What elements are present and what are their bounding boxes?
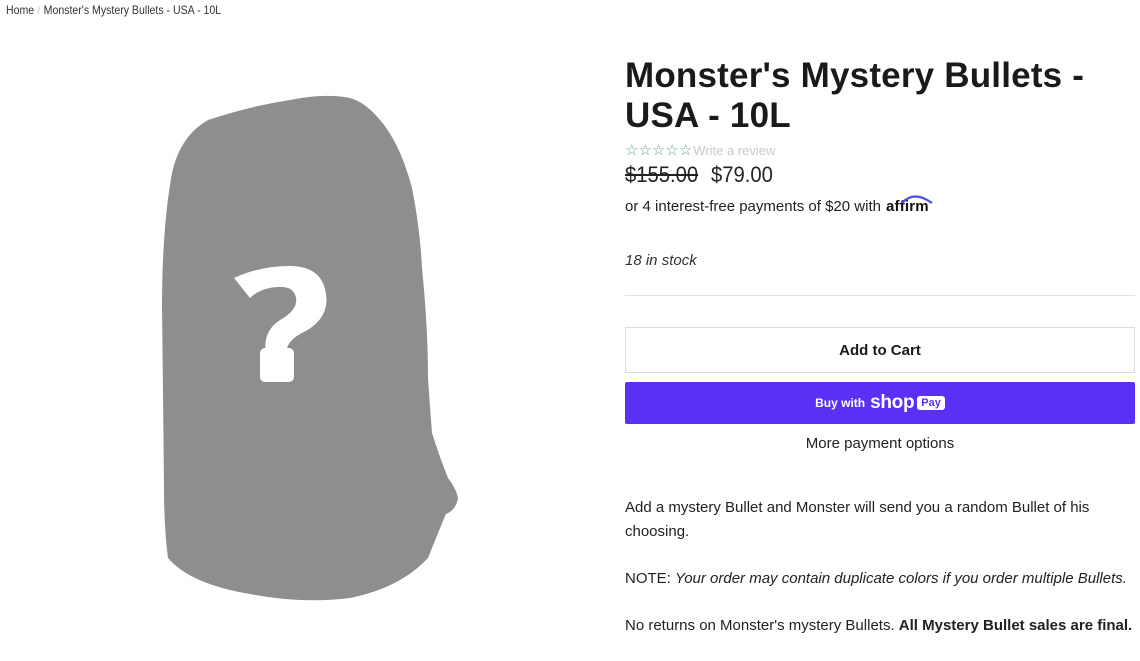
rating-stars[interactable]: ☆ ☆ ☆ ☆ ☆ bbox=[625, 143, 692, 158]
star-empty-icon: ☆ bbox=[625, 141, 639, 159]
shop-pay-logo: shop bbox=[870, 392, 915, 413]
product-image[interactable] bbox=[150, 88, 470, 608]
shop-pay-button[interactable]: Buy with shop Pay bbox=[625, 382, 1135, 424]
breadcrumb-current: Monster's Mystery Bullets - USA - 10L bbox=[43, 3, 222, 17]
write-review-link[interactable]: Write a review bbox=[693, 143, 775, 158]
price-row: $155.00 $79.00 bbox=[625, 162, 1135, 188]
affirm-logo: affirm bbox=[886, 195, 933, 215]
note-text: Your order may contain duplicate colors … bbox=[675, 570, 1127, 587]
description-paragraph: Add a mystery Bullet and Monster will se… bbox=[625, 499, 1090, 540]
product-description: Add a mystery Bullet and Monster will se… bbox=[625, 496, 1135, 638]
product-rating: ☆ ☆ ☆ ☆ ☆ Write a review bbox=[625, 142, 1135, 158]
product-info: Monster's Mystery Bullets - USA - 10L ☆ … bbox=[625, 56, 1135, 661]
affirm-arc-icon bbox=[901, 195, 933, 204]
star-empty-icon: ☆ bbox=[678, 141, 693, 159]
stock-status: 18 in stock bbox=[625, 252, 697, 269]
star-empty-icon: ☆ bbox=[651, 141, 666, 159]
sale-price: $79.00 bbox=[710, 162, 773, 187]
affirm-text: or 4 interest-free payments of $20 with bbox=[625, 198, 881, 215]
affirm-message[interactable]: or 4 interest-free payments of $20 with … bbox=[625, 195, 1135, 215]
breadcrumb: Home / Monster's Mystery Bullets - USA - 1… bbox=[6, 3, 221, 17]
breadcrumb-home-link[interactable]: Home bbox=[6, 3, 34, 17]
note-label: NOTE: bbox=[625, 570, 671, 587]
star-empty-icon: ☆ bbox=[665, 141, 679, 159]
shop-pay-buy-with: Buy with bbox=[815, 396, 866, 410]
product-title: Monster's Mystery Bullets - USA - 10L bbox=[625, 56, 1085, 135]
description-note: NOTE: Your order may contain duplicate c… bbox=[625, 567, 1135, 591]
description-returns: No returns on Monster's mystery Bullets.… bbox=[625, 614, 1135, 638]
mystery-bag-question-icon bbox=[162, 95, 458, 601]
compare-at-price: $155.00 bbox=[625, 162, 699, 187]
shop-pay-badge: Pay bbox=[917, 396, 945, 410]
add-to-cart-button[interactable]: Add to Cart bbox=[625, 327, 1135, 373]
breadcrumb-separator: / bbox=[37, 6, 41, 17]
divider bbox=[625, 295, 1135, 296]
more-payment-options-link[interactable]: More payment options bbox=[625, 435, 1135, 452]
star-empty-icon: ☆ bbox=[638, 141, 652, 159]
returns-bold-text: All Mystery Bullet sales are final. bbox=[898, 617, 1133, 634]
returns-text: No returns on Monster's mystery Bullets. bbox=[625, 617, 895, 634]
